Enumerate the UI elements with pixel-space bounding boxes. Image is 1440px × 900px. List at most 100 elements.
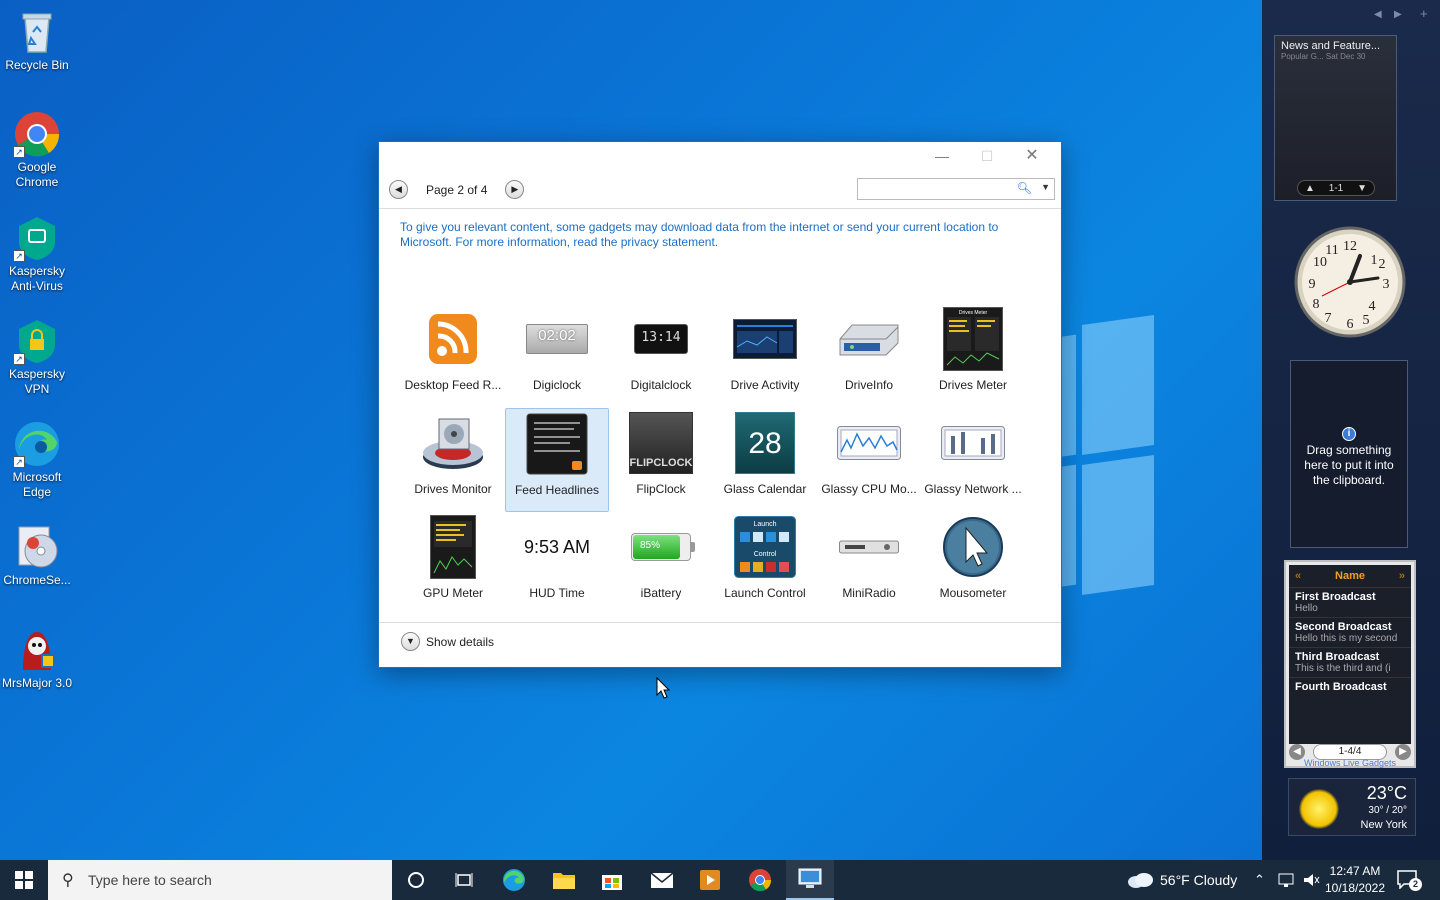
svg-text:8: 8 xyxy=(1313,297,1320,312)
gadget-label: Feed Headlines xyxy=(514,483,600,497)
broadcast-item[interactable]: First Broadcast Hello xyxy=(1289,587,1411,617)
launch-control-icon: Launch Control xyxy=(730,516,800,578)
gadgets-monitor-icon xyxy=(798,868,822,888)
gadget-tile-drives-meter[interactable]: Drives Meter Drives Meter xyxy=(921,304,1025,408)
double-chevron-right-icon[interactable]: » xyxy=(1399,565,1405,587)
gadget-label: MiniRadio xyxy=(842,586,896,600)
next-page-icon[interactable]: ▶ xyxy=(1394,9,1402,20)
mouse-pointer-icon xyxy=(656,677,670,699)
digiclock-time: 02:02 xyxy=(526,324,588,354)
shortcut-arrow-icon: ↗ xyxy=(13,250,25,262)
tray-show-hidden[interactable]: ⌃ xyxy=(1254,860,1265,900)
taskbar-store[interactable] xyxy=(588,860,636,900)
svg-text:1: 1 xyxy=(1371,253,1378,268)
news-pager[interactable]: ▲ 1-1 ▼ xyxy=(1297,180,1375,196)
task-view-button[interactable] xyxy=(440,860,488,900)
gadget-tile-glassy-cpu-monitor[interactable]: Glassy CPU Mo... xyxy=(817,408,921,512)
clipboard-gadget[interactable]: i Drag something here to put it into the… xyxy=(1290,360,1408,548)
gadget-tile-miniradio[interactable]: MiniRadio xyxy=(817,512,921,616)
taskbar: ⚲ Type here to search 56°F Cloudy ⌃ 12:4… xyxy=(0,860,1440,900)
broadcast-footer-link[interactable]: Windows Live Gadgets xyxy=(1286,758,1414,768)
gadget-label: Launch Control xyxy=(724,586,806,600)
gadget-grid: Desktop Feed R... 02:02 Digiclock 13:14 … xyxy=(401,304,1025,616)
taskbar-file-explorer[interactable] xyxy=(540,860,588,900)
news-feed-gadget[interactable]: News and Feature... Popular G... Sat Dec… xyxy=(1274,35,1397,201)
gadget-tile-drives-monitor[interactable]: Drives Monitor xyxy=(401,408,505,512)
desktop-icon-mrsmajor[interactable]: MrsMajor 3.0 xyxy=(0,626,74,691)
flipclock-text: FLIPCLOCK xyxy=(629,412,693,474)
gadget-tile-glass-calendar[interactable]: 28 Glass Calendar xyxy=(713,408,817,512)
gadget-tile-desktop-feed-reader[interactable]: Desktop Feed R... xyxy=(401,304,505,408)
minimize-button[interactable]: — xyxy=(929,146,955,166)
hud-time-icon: 9:53 AM xyxy=(522,516,592,578)
taskbar-mail[interactable] xyxy=(638,860,686,900)
page-indicator: Page 2 of 4 xyxy=(426,182,488,197)
cloud-icon xyxy=(1128,873,1153,888)
chevron-down-icon[interactable]: ▼ xyxy=(1041,182,1050,192)
search-gadgets-input[interactable]: 🔍︎ ▼ xyxy=(857,178,1055,200)
gadget-tile-drive-activity[interactable]: Drive Activity xyxy=(713,304,817,408)
gadget-label: Drives Meter xyxy=(938,378,1007,392)
start-button[interactable] xyxy=(0,860,48,900)
show-details-toggle[interactable]: ▼ Show details xyxy=(401,632,494,651)
gadget-tile-mousometer[interactable]: Mousometer xyxy=(921,512,1025,616)
previous-page-icon[interactable]: ◀ xyxy=(1374,9,1382,20)
gadget-label: GPU Meter xyxy=(422,586,483,600)
gadget-tile-feed-headlines[interactable]: Feed Headlines xyxy=(505,408,609,512)
next-page-button[interactable]: ▶ xyxy=(505,180,525,199)
double-chevron-left-icon[interactable]: « xyxy=(1295,565,1301,587)
show-details-label: Show details xyxy=(426,634,495,649)
gadget-tile-hud-time[interactable]: 9:53 AM HUD Time xyxy=(505,512,609,616)
edge-icon: ↗ xyxy=(13,420,61,468)
gadget-label: Glassy CPU Mo... xyxy=(821,482,917,496)
chevron-up-icon[interactable]: ▲ xyxy=(1305,183,1315,194)
desktop-icon-kaspersky-antivirus[interactable]: ↗ Kaspersky Anti-Virus xyxy=(0,214,74,294)
desktop-icon-google-chrome[interactable]: ↗ Google Chrome xyxy=(0,110,74,190)
gadget-tile-digiclock[interactable]: 02:02 Digiclock xyxy=(505,304,609,408)
svg-text:7: 7 xyxy=(1325,311,1332,326)
action-center-button[interactable]: 2 xyxy=(1396,860,1422,900)
chevron-down-icon[interactable]: ▼ xyxy=(401,632,420,651)
desktop-icon-chromese[interactable]: ChromeSe... xyxy=(0,523,74,588)
news-title: News and Feature... xyxy=(1281,40,1381,52)
desktop-icon-kaspersky-vpn[interactable]: ↗ Kaspersky VPN xyxy=(0,317,74,397)
broadcast-item[interactable]: Third Broadcast This is the third and (i xyxy=(1289,647,1411,677)
taskbar-media-player[interactable] xyxy=(686,860,734,900)
add-gadget-icon[interactable]: + xyxy=(1420,6,1428,21)
taskbar-chrome[interactable] xyxy=(736,860,784,900)
desktop-icon-label: Recycle Bin xyxy=(5,58,69,72)
gadget-tile-glassy-network-monitor[interactable]: Glassy Network ... xyxy=(921,408,1025,512)
skull-icon xyxy=(13,626,61,674)
broadcast-gadget[interactable]: « Name » First Broadcast Hello Second Bro… xyxy=(1284,560,1416,768)
close-button[interactable]: ✕ xyxy=(1019,146,1045,166)
broadcast-item[interactable]: Second Broadcast Hello this is my second xyxy=(1289,617,1411,647)
analog-clock-gadget[interactable]: 1213 467 891011 25 xyxy=(1294,226,1406,338)
broadcast-item[interactable]: Fourth Broadcast xyxy=(1289,677,1411,696)
cortana-button[interactable] xyxy=(392,860,440,900)
search-icon[interactable]: 🔍︎ xyxy=(1017,181,1032,195)
privacy-statement-link[interactable]: To give you relevant content, some gadge… xyxy=(400,220,1020,250)
desktop-icon-label: Microsoft Edge xyxy=(12,470,62,499)
gadget-tile-flipclock[interactable]: FLIPCLOCK FlipClock xyxy=(609,408,713,512)
tray-network[interactable] xyxy=(1278,860,1296,900)
desktop-icon-microsoft-edge[interactable]: ↗ Microsoft Edge xyxy=(0,420,74,500)
taskbar-gadgets[interactable] xyxy=(786,860,834,900)
taskbar-date: 10/18/2022 xyxy=(1324,881,1386,895)
taskbar-search-box[interactable]: ⚲ Type here to search xyxy=(48,860,392,900)
gadget-tile-launch-control[interactable]: Launch Control Launch Control xyxy=(713,512,817,616)
gadget-tile-driveinfo[interactable]: DriveInfo xyxy=(817,304,921,408)
chevron-down-icon[interactable]: ▼ xyxy=(1357,183,1367,194)
gadget-tile-digitalclock[interactable]: 13:14 Digitalclock xyxy=(609,304,713,408)
desktop: Recycle Bin ↗ Google Chrome ↗ Kaspersky … xyxy=(0,0,1262,860)
digitalclock-icon: 13:14 xyxy=(626,308,696,370)
taskbar-edge[interactable] xyxy=(490,860,538,900)
desktop-icon-label: Kaspersky Anti-Virus xyxy=(8,264,66,293)
weather-gadget[interactable]: 23°C 30° / 20° New York xyxy=(1288,778,1416,836)
desktop-icon-label: Google Chrome xyxy=(15,160,59,189)
previous-page-button[interactable]: ◀ xyxy=(389,180,408,199)
gadget-tile-gpu-meter[interactable]: GPU Meter xyxy=(401,512,505,616)
desktop-icon-recycle-bin[interactable]: Recycle Bin xyxy=(0,8,74,73)
gadget-tile-ibattery[interactable]: 85% iBattery xyxy=(609,512,713,616)
taskbar-weather[interactable]: 56°F Cloudy xyxy=(1126,860,1237,900)
taskbar-clock[interactable]: 12:47 AM 10/18/2022 xyxy=(1318,863,1392,897)
